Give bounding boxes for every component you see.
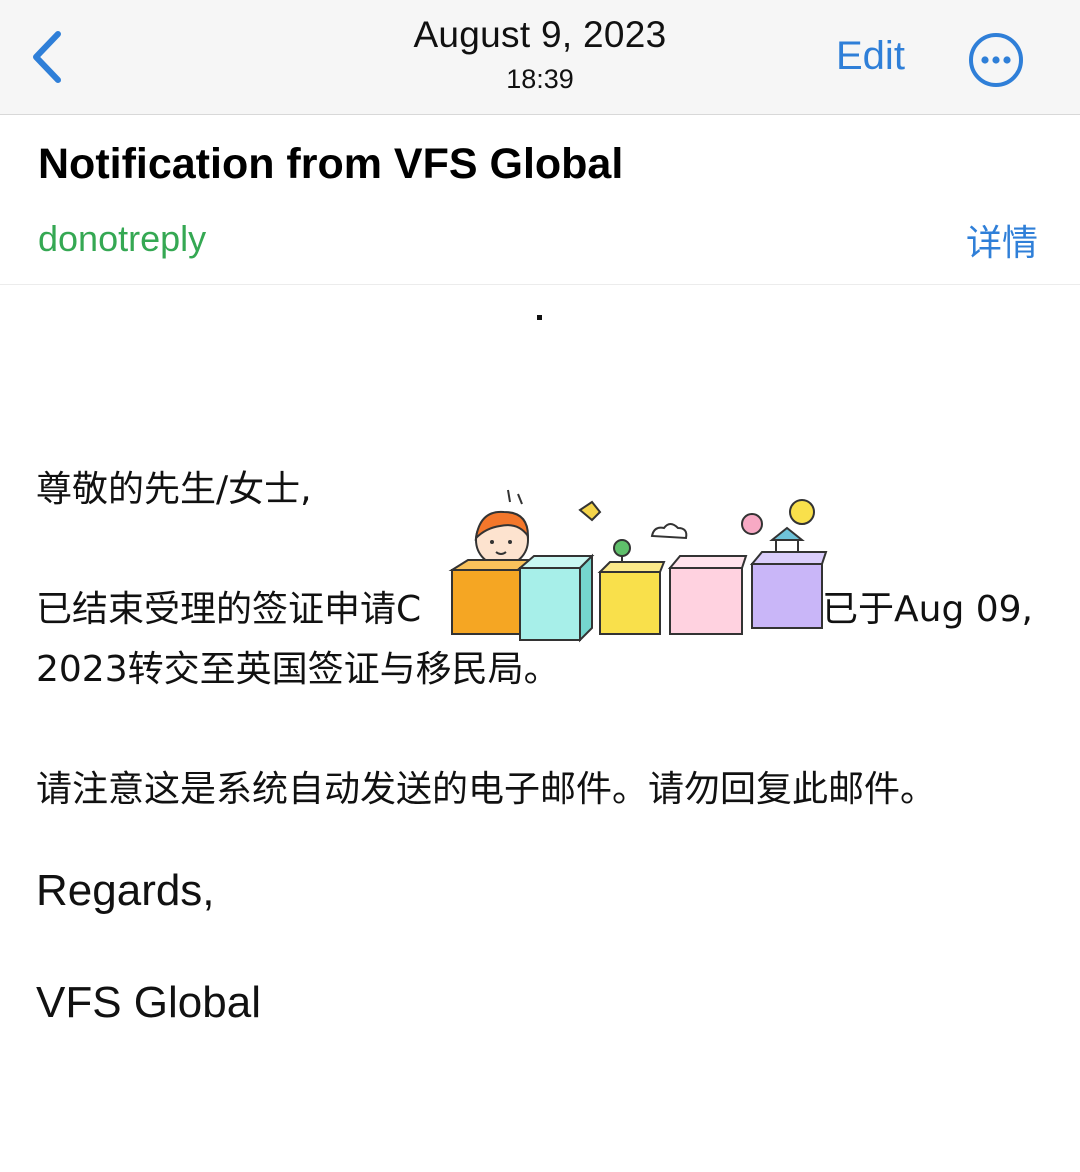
details-link[interactable]: 详情 xyxy=(966,214,1038,266)
cute-blocks-sticker xyxy=(440,480,840,645)
greeting-text: 尊敬的先生/女士, xyxy=(36,469,312,510)
email-subject: Notification from VFS Global xyxy=(38,140,624,188)
header-divider xyxy=(0,284,1080,285)
signature-text: VFS Global xyxy=(36,978,261,1027)
regards-text: Regards, xyxy=(36,866,215,915)
ellipsis-circle-icon xyxy=(969,33,1023,87)
body-line-transfer: 2023转交至英国签证与移民局。 xyxy=(36,649,560,690)
sender-name[interactable]: donotreply xyxy=(38,218,206,260)
nav-time: 18:39 xyxy=(506,64,574,94)
nav-date: August 9, 2023 xyxy=(413,14,667,55)
more-button[interactable] xyxy=(968,32,1024,88)
notice-text: 请注意这是系统自动发送的电子邮件。请勿回复此邮件。 xyxy=(36,769,937,810)
body-line-date: 已于Aug 09, xyxy=(822,589,1033,630)
tracking-dot xyxy=(537,315,542,320)
nav-bar: August 9, 2023 18:39 Edit xyxy=(0,0,1080,115)
body-line-application: 已结束受理的签证申请C xyxy=(36,589,422,630)
edit-button[interactable]: Edit xyxy=(836,34,905,79)
